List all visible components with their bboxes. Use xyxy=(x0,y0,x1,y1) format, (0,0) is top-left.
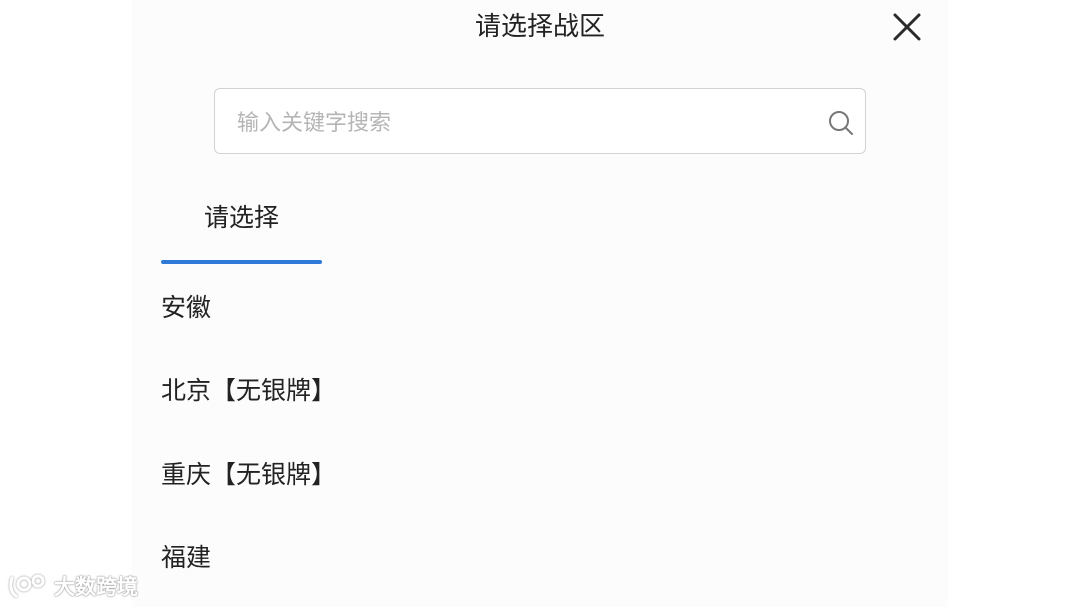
close-button[interactable] xyxy=(890,10,924,44)
region-picker-dialog: 请选择战区 请选择 安徽 北京【无银牌】 重庆【无银牌】 福建 xyxy=(132,0,948,607)
list-item-fujian[interactable]: 福建 xyxy=(161,515,921,599)
close-icon xyxy=(893,13,921,41)
watermark: 大数跨境 xyxy=(8,570,138,602)
list-item-chongqing[interactable]: 重庆【无银牌】 xyxy=(161,431,921,515)
dialog-title: 请选择战区 xyxy=(474,12,605,42)
watermark-text: 大数跨境 xyxy=(54,575,138,599)
logo-icon xyxy=(9,574,45,598)
tab-label: 请选择 xyxy=(203,203,279,232)
search-box xyxy=(214,88,866,154)
tab-select[interactable]: 请选择 xyxy=(161,196,322,264)
list-item-beijing[interactable]: 北京【无银牌】 xyxy=(161,348,921,432)
region-list: 安徽 北京【无银牌】 重庆【无银牌】 福建 xyxy=(161,264,921,598)
search-icon[interactable] xyxy=(827,109,855,137)
list-item-anhui[interactable]: 安徽 xyxy=(161,264,921,348)
search-input[interactable] xyxy=(235,103,809,143)
screen: 请选择战区 请选择 安徽 北京【无银牌】 重庆【无银牌】 福建 xyxy=(0,0,1080,607)
